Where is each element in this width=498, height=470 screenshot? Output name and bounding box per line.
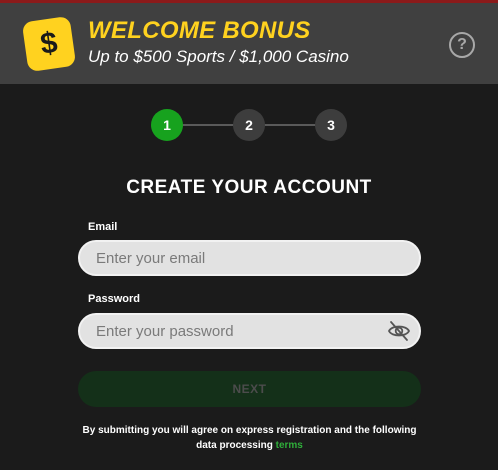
step-connector (182, 124, 234, 126)
step-1: 1 (151, 109, 183, 141)
dollar-icon: $ (21, 15, 77, 73)
disclaimer: By submitting you will agree on express … (78, 423, 421, 453)
welcome-bonus-banner: $ WELCOME BONUS Up to $500 Sports / $1,0… (0, 3, 498, 84)
step-3: 3 (315, 109, 347, 141)
disclaimer-text: By submitting you will agree on express … (82, 425, 417, 451)
email-label: Email (88, 221, 118, 233)
help-icon[interactable]: ? (449, 32, 475, 58)
step-connector (264, 124, 316, 126)
email-field[interactable] (78, 240, 421, 276)
password-field[interactable] (78, 313, 421, 349)
password-label: Password (88, 293, 140, 305)
terms-link[interactable]: terms (276, 440, 303, 451)
eye-off-icon[interactable] (387, 320, 411, 342)
registration-stepper: 1 2 3 (150, 108, 348, 142)
bonus-title: WELCOME BONUS (88, 17, 311, 44)
bonus-subtitle: Up to $500 Sports / $1,000 Casino (88, 47, 349, 66)
next-button[interactable]: NEXT (78, 371, 421, 407)
step-2: 2 (233, 109, 265, 141)
form-title: CREATE YOUR ACCOUNT (126, 177, 372, 198)
